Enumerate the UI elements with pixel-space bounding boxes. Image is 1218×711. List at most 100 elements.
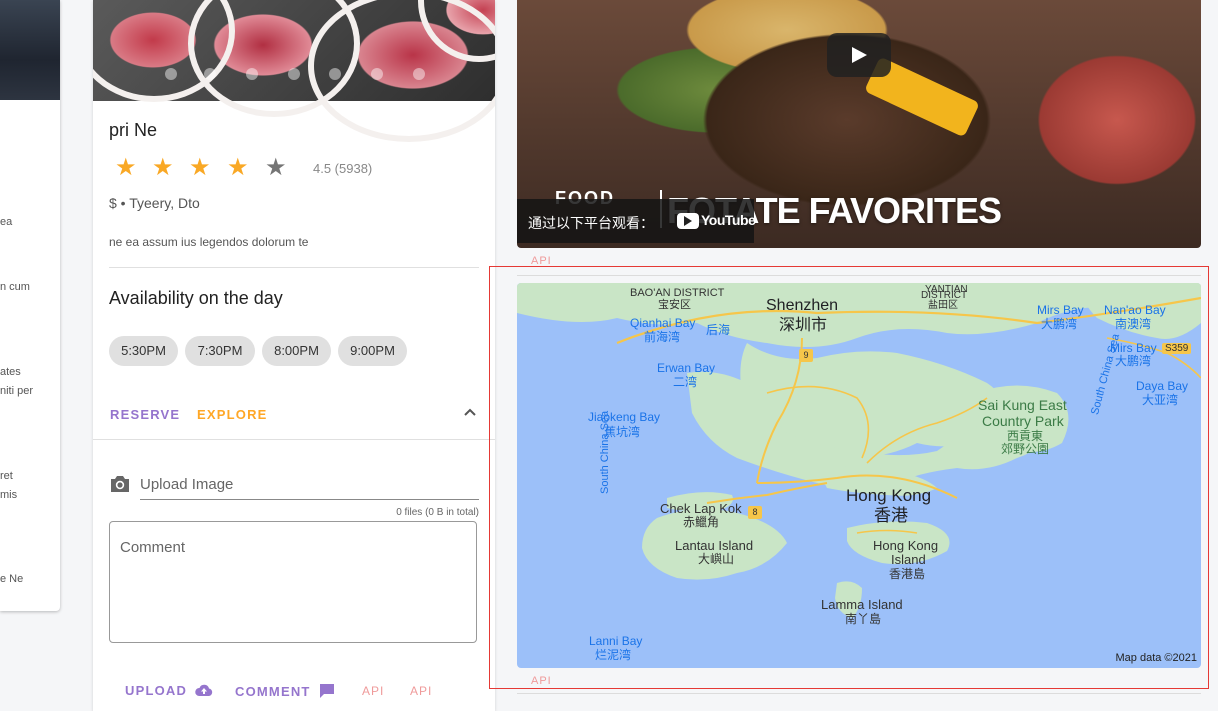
map-label: 南丫島 bbox=[845, 612, 882, 626]
video-title-text: TATE FAVORITES bbox=[715, 190, 1002, 231]
carousel-dot[interactable] bbox=[165, 68, 177, 80]
restaurant-name: pri Ne bbox=[109, 120, 158, 140]
comment-textarea[interactable]: Comment bbox=[109, 521, 477, 643]
map-label: 深圳市 bbox=[779, 317, 828, 334]
map-label: 盐田区 bbox=[928, 300, 958, 311]
map-label: Chek Lap Kok bbox=[660, 501, 742, 516]
carousel-dot[interactable] bbox=[288, 68, 300, 80]
play-button[interactable] bbox=[827, 33, 891, 77]
chevron-up-icon[interactable] bbox=[460, 402, 480, 422]
map-label: 西貢東 bbox=[1007, 429, 1044, 443]
cloud-upload-icon bbox=[195, 684, 213, 696]
map-label: Lantau Island bbox=[675, 538, 754, 553]
carousel-dot[interactable] bbox=[246, 68, 258, 80]
map-label: Nan'ao Bay bbox=[1104, 303, 1166, 317]
api-button[interactable]: API bbox=[362, 684, 384, 698]
map-label: Lamma Island bbox=[821, 597, 903, 612]
map-label: 二湾 bbox=[673, 375, 698, 389]
star-empty-icon: ★ bbox=[265, 154, 287, 181]
star-filled-icon: ★ bbox=[152, 154, 174, 181]
files-info: 0 files (0 B in total) bbox=[396, 507, 479, 518]
snippet-text: niti per bbox=[0, 385, 34, 397]
comment-button[interactable]: COMMENT bbox=[235, 683, 335, 699]
carousel-dot[interactable] bbox=[413, 68, 425, 80]
previous-card-image bbox=[0, 0, 60, 100]
watch-on-text: 通过以下平台观看： bbox=[528, 215, 654, 231]
time-chip[interactable]: 8:00PM bbox=[262, 336, 331, 366]
upload-label: UPLOAD bbox=[125, 683, 188, 698]
price-location: $ • Tyeery, Dto bbox=[109, 195, 200, 211]
map-label: 后海 bbox=[706, 323, 731, 337]
comment-label: COMMENT bbox=[235, 684, 311, 699]
map-label: 赤鱲角 bbox=[683, 515, 720, 529]
map-label: Lanni Bay bbox=[589, 634, 643, 648]
upload-button[interactable]: UPLOAD bbox=[125, 683, 213, 698]
carousel-dot[interactable] bbox=[371, 68, 383, 80]
star-filled-icon: ★ bbox=[189, 154, 211, 181]
restaurant-photo bbox=[93, 0, 495, 142]
divider bbox=[93, 439, 495, 440]
star-filled-icon: ★ bbox=[115, 154, 137, 181]
rating-text: 4.5 (5938) bbox=[313, 161, 373, 176]
previous-restaurant-card: ea n cum ates niti per ret mis e Ne bbox=[0, 0, 60, 611]
map-label: Island bbox=[891, 552, 926, 567]
camera-icon[interactable] bbox=[109, 474, 131, 494]
reserve-button[interactable]: RESERVE bbox=[110, 407, 180, 422]
map-label: 香港 bbox=[874, 506, 908, 525]
youtube-icon bbox=[677, 213, 699, 229]
star-filled-icon: ★ bbox=[227, 154, 249, 181]
map-label: 郊野公園 bbox=[1001, 442, 1050, 456]
restaurant-card: pri Ne ★ ★ ★ ★ ★ 4.5 (5938) $ • Tyeery, … bbox=[93, 0, 495, 711]
explore-button[interactable]: EXPLORE bbox=[197, 407, 268, 422]
map-attribution[interactable]: Map data ©2021 bbox=[1116, 652, 1198, 664]
map-label: Sai Kung East bbox=[978, 397, 1067, 413]
upload-image-input[interactable]: Upload Image bbox=[140, 476, 233, 493]
map-label: Country Park bbox=[982, 413, 1064, 429]
map-view[interactable]: BAO'AN DISTRICT 宝安区 YANTIAN DISTRICT 盐田区… bbox=[517, 283, 1201, 668]
watch-on-bar[interactable]: 通过以下平台观看： YouTube bbox=[517, 199, 756, 243]
map-label: 前海湾 bbox=[644, 330, 681, 344]
time-chip[interactable]: 5:30PM bbox=[109, 336, 178, 366]
map-label: 香港島 bbox=[889, 567, 926, 581]
road-badge: 9 bbox=[799, 349, 813, 362]
video-embed[interactable]: FOOD FOTATE FAVORITES 通过以下平台观看： YouTube bbox=[517, 0, 1201, 248]
divider bbox=[517, 693, 1201, 694]
time-chip[interactable]: 7:30PM bbox=[185, 336, 255, 366]
map-label: 大亚湾 bbox=[1142, 393, 1179, 407]
snippet-text: ates bbox=[0, 366, 21, 378]
carousel-dot[interactable] bbox=[204, 68, 216, 80]
map-label: Hong Kong bbox=[846, 486, 932, 505]
availability-title: Availability on the day bbox=[109, 288, 283, 308]
snippet-text: mis bbox=[0, 489, 18, 501]
road-badge: 8 bbox=[748, 506, 762, 519]
road-badge: S359 bbox=[1162, 343, 1192, 354]
map-label: 南澳湾 bbox=[1115, 317, 1152, 331]
snippet-text: ret bbox=[0, 470, 13, 482]
map-label: 宝安区 bbox=[658, 299, 691, 311]
api-label[interactable]: API bbox=[531, 675, 552, 687]
map-label: 大鹏湾 bbox=[1115, 354, 1152, 368]
snippet-text: e Ne bbox=[0, 573, 24, 585]
comment-icon bbox=[320, 684, 335, 698]
map-label: Hong Kong bbox=[873, 538, 939, 553]
map-label: Mirs Bay bbox=[1037, 303, 1084, 317]
carousel-dots bbox=[93, 68, 495, 82]
youtube-wordmark: YouTube bbox=[701, 212, 756, 228]
map-label: Qianhai Bay bbox=[630, 316, 696, 330]
divider bbox=[109, 267, 479, 268]
map-label: Shenzhen bbox=[766, 297, 839, 314]
carousel-dot[interactable] bbox=[329, 68, 341, 80]
comment-placeholder: Comment bbox=[120, 539, 186, 556]
restaurant-description: ne ea assum ius legendos dolorum te bbox=[109, 235, 309, 249]
time-chip[interactable]: 9:00PM bbox=[338, 336, 407, 366]
api-button[interactable]: API bbox=[410, 684, 432, 698]
map-label: 大鹏湾 bbox=[1041, 317, 1078, 331]
play-icon bbox=[852, 47, 867, 63]
map-label: South China Sea bbox=[599, 410, 611, 494]
snippet-text: n cum bbox=[0, 281, 30, 293]
map-label: Erwan Bay bbox=[657, 361, 716, 375]
map-label: 大嶼山 bbox=[698, 552, 735, 566]
input-underline bbox=[140, 499, 479, 500]
map-label: 烂泥湾 bbox=[595, 648, 632, 662]
map-label: Daya Bay bbox=[1136, 379, 1189, 393]
